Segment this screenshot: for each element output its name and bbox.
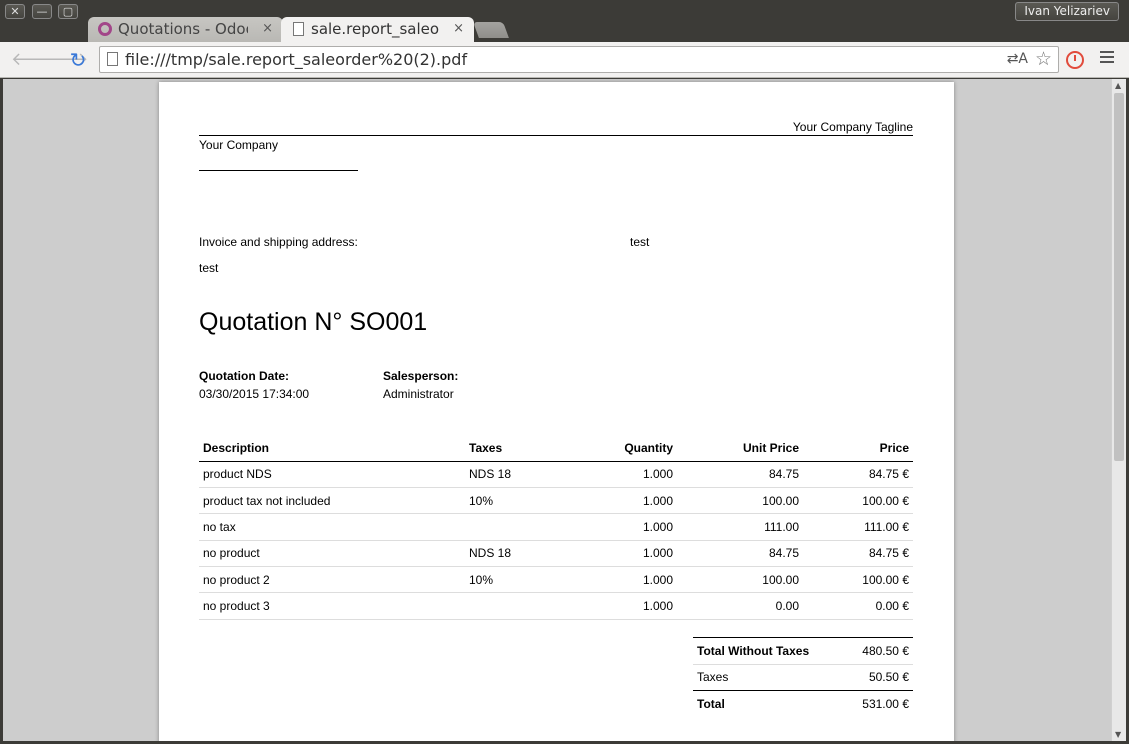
table-row: no product 2 10% 1.000 100.00 100.00 €: [199, 566, 913, 594]
translate-icon[interactable]: ⇄A: [1007, 51, 1028, 67]
line-description: no tax: [199, 513, 465, 541]
line-description: no product 2: [199, 566, 465, 594]
window-maximize-button[interactable]: ▢: [58, 4, 78, 19]
line-price: 100.00 €: [803, 566, 913, 594]
title-bar: ✕ — ▢ Ivan Yelizariev Quotations - Odoo …: [0, 0, 1129, 42]
company-name: Your Company: [199, 138, 278, 152]
line-price: 100.00 €: [803, 487, 913, 515]
line-taxes: NDS 18: [465, 461, 565, 488]
page-icon: [107, 52, 118, 66]
salesperson-value: Administrator: [383, 387, 454, 401]
odoo-icon: [98, 22, 112, 36]
reload-icon[interactable]: ↻: [68, 50, 88, 70]
line-quantity: 1.000: [565, 566, 677, 594]
line-quantity: 1.000: [565, 540, 677, 568]
tab-report-pdf[interactable]: sale.report_saleorder ×: [281, 17, 474, 42]
table-row: no product 3 1.000 0.00 0.00 €: [199, 592, 913, 620]
total-label: Total Without Taxes: [693, 637, 845, 665]
table-row: product NDS NDS 18 1.000 84.75 84.75 €: [199, 461, 913, 488]
quotation-date-label: Quotation Date:: [199, 369, 289, 383]
line-taxes: [465, 592, 565, 620]
window-close-button[interactable]: ✕: [5, 4, 25, 19]
table-header-row: Description Taxes Quantity Unit Price Pr…: [199, 435, 913, 462]
column-header: Price: [803, 435, 913, 462]
address-name: test: [199, 261, 219, 275]
total-value: 50.50 €: [868, 670, 909, 685]
browser-toolbar: 🡐 🡒 ↻ file:///tmp/sale.report_saleorder%…: [0, 42, 1129, 78]
total-label: Taxes: [697, 670, 729, 685]
tab-close-icon[interactable]: ×: [262, 17, 273, 41]
line-unit-price: 84.75: [677, 540, 803, 568]
line-description: no product: [199, 540, 465, 568]
column-header: Unit Price: [677, 435, 803, 462]
line-quantity: 1.000: [565, 592, 677, 620]
address-label: Invoice and shipping address:: [199, 235, 358, 249]
table-row: no tax 1.000 111.00 111.00 €: [199, 513, 913, 541]
back-icon[interactable]: 🡐: [11, 50, 59, 70]
new-tab-button[interactable]: [473, 22, 509, 38]
line-description: product tax not included: [199, 487, 465, 515]
vertical-scrollbar[interactable]: ▲ ▼: [1111, 79, 1126, 741]
scrollbar-thumb[interactable]: [1114, 93, 1124, 461]
page-title: Quotation N° SO001: [199, 308, 428, 336]
address-bar[interactable]: file:///tmp/sale.report_saleorder%20(2).…: [99, 46, 1059, 73]
salesperson-label: Salesperson:: [383, 369, 459, 383]
header-divider: [199, 135, 913, 136]
url-text[interactable]: file:///tmp/sale.report_saleorder%20(2).…: [125, 50, 467, 69]
company-tagline: Your Company Tagline: [792, 120, 913, 134]
tab-quotations[interactable]: Quotations - Odoo ×: [88, 17, 283, 42]
profile-button[interactable]: Ivan Yelizariev: [1015, 2, 1119, 21]
tab-label: sale.report_saleorder: [311, 20, 439, 38]
page-icon: [293, 22, 304, 36]
bookmark-star-icon[interactable]: ☆: [1035, 48, 1052, 70]
total-label: Total: [693, 690, 845, 717]
total-untaxed-row: Total Without Taxes 480.50 €: [693, 637, 913, 665]
column-header: Taxes: [465, 435, 565, 462]
line-price: 84.75 €: [803, 540, 913, 568]
tab-label: Quotations - Odoo: [118, 20, 248, 38]
menu-icon[interactable]: [1100, 51, 1114, 65]
total-value: 480.50 €: [844, 637, 913, 665]
window-minimize-button[interactable]: —: [32, 4, 52, 19]
line-quantity: 1.000: [565, 461, 677, 488]
line-unit-price: 111.00: [677, 513, 803, 541]
totals-table: Total Without Taxes 480.50 € Taxes 50.50…: [693, 637, 913, 717]
line-description: product NDS: [199, 461, 465, 488]
table-row: no product NDS 18 1.000 84.75 84.75 €: [199, 540, 913, 568]
column-header: Description: [199, 435, 465, 462]
quotation-date-block: Quotation Date: 03/30/2015 17:34:00: [199, 367, 309, 403]
taxes-row: Taxes 50.50 €: [693, 664, 913, 691]
order-lines-table: Description Taxes Quantity Unit Price Pr…: [199, 435, 913, 620]
line-price: 111.00 €: [803, 513, 913, 541]
line-unit-price: 100.00: [677, 487, 803, 515]
scroll-down-icon[interactable]: ▼: [1115, 730, 1121, 739]
line-description: no product 3: [199, 592, 465, 620]
line-taxes: 10%: [465, 566, 565, 594]
pdf-viewer[interactable]: Your Company Tagline Your Company Invoic…: [3, 79, 1126, 741]
line-price: 0.00 €: [803, 592, 913, 620]
tab-close-icon[interactable]: ×: [453, 17, 464, 41]
line-quantity: 1.000: [565, 513, 677, 541]
line-unit-price: 84.75: [677, 461, 803, 488]
grand-total-row: Total 531.00 €: [693, 690, 913, 717]
timer-extension-icon[interactable]: [1066, 51, 1084, 69]
table-row: product tax not included 10% 1.000 100.0…: [199, 487, 913, 515]
line-quantity: 1.000: [565, 487, 677, 515]
line-taxes: 10%: [465, 487, 565, 515]
scroll-up-icon[interactable]: ▲: [1115, 81, 1121, 90]
line-unit-price: 100.00: [677, 566, 803, 594]
pdf-page: Your Company Tagline Your Company Invoic…: [159, 82, 954, 741]
salesperson-block: Salesperson: Administrator: [383, 367, 458, 403]
line-taxes: NDS 18: [465, 540, 565, 568]
quotation-date-value: 03/30/2015 17:34:00: [199, 387, 310, 401]
line-taxes: [465, 513, 565, 541]
line-price: 84.75 €: [803, 461, 913, 488]
company-divider: [199, 170, 358, 171]
partner-address: test: [630, 235, 650, 249]
line-unit-price: 0.00: [677, 592, 803, 620]
column-header: Quantity: [565, 435, 677, 462]
forward-icon[interactable]: 🡒: [40, 50, 88, 70]
total-value: 531.00 €: [844, 690, 913, 717]
